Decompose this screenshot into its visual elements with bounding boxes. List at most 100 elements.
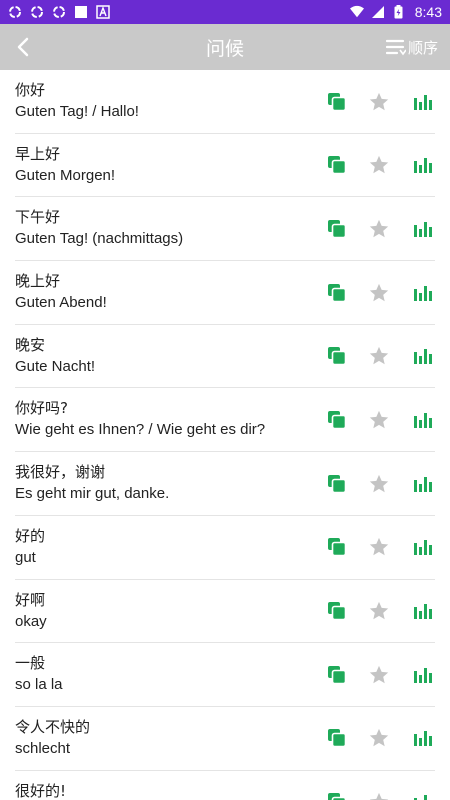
wifi-icon <box>349 5 364 19</box>
copy-button[interactable] <box>323 597 351 625</box>
phrase-text: 你好吗? Wie geht es Ihnen? / Wie geht es di… <box>15 397 265 441</box>
battery-icon <box>392 5 406 19</box>
bar-chart-icon <box>414 795 427 800</box>
favorite-button[interactable] <box>365 88 393 116</box>
list-item[interactable]: 早上好 Guten Morgen! <box>15 134 435 198</box>
stats-button[interactable] <box>409 724 437 752</box>
copy-button[interactable] <box>323 342 351 370</box>
copy-button[interactable] <box>323 151 351 179</box>
phrase-chinese: 下午好 <box>15 208 61 227</box>
stats-button[interactable] <box>409 597 437 625</box>
order-label: 顺序 <box>407 38 438 57</box>
list-item[interactable]: 晚上好 Guten Abend! <box>15 261 435 325</box>
list-item[interactable]: 令人不快的 schlecht <box>15 707 435 771</box>
copy-button[interactable] <box>323 724 351 752</box>
phrase-text: 我很好，谢谢 Es geht mir gut, danke. <box>15 461 169 505</box>
list-item[interactable]: 很好的! <box>15 771 435 800</box>
sync-icon <box>8 5 22 19</box>
bar-chart-icon <box>414 540 432 556</box>
list-item[interactable]: 一般 so la la <box>15 643 435 707</box>
favorite-button[interactable] <box>365 406 393 434</box>
phrase-chinese: 令人不快的 <box>15 717 91 736</box>
phrase-german: gut <box>15 548 36 566</box>
phrase-german: Guten Tag! / Hallo! <box>15 103 139 120</box>
stats-button[interactable] <box>409 279 437 307</box>
copy-button[interactable] <box>323 406 351 434</box>
status-bar: 8:43 <box>0 0 450 24</box>
phrase-chinese: 我很好，谢谢 <box>15 463 106 482</box>
star-icon <box>369 538 389 556</box>
stats-button[interactable] <box>409 406 437 434</box>
list-item[interactable]: 好啊 okay <box>15 580 435 644</box>
phrase-german: okay <box>15 612 47 630</box>
phrase-text: 早上好 Guten Morgen! <box>15 143 115 187</box>
page-title: 问候 <box>205 37 244 60</box>
order-button[interactable]: 顺序 <box>385 24 438 70</box>
list-item[interactable]: 你好吗? Wie geht es Ihnen? / Wie geht es di… <box>15 388 437 453</box>
favorite-button[interactable] <box>365 470 393 498</box>
list-item[interactable]: 下午好 Guten Tag! (nachmittags) <box>15 197 437 262</box>
bar-chart-icon <box>414 412 432 428</box>
star-icon <box>369 601 389 620</box>
copy-button[interactable] <box>323 788 351 800</box>
square-icon <box>74 5 88 19</box>
stats-button[interactable] <box>409 533 437 561</box>
favorite-button[interactable] <box>365 597 393 625</box>
favorite-button[interactable] <box>365 215 393 243</box>
copy-button[interactable] <box>323 533 351 561</box>
status-left <box>8 5 110 19</box>
copy-icon <box>328 602 347 621</box>
star-icon <box>369 347 389 365</box>
copy-icon <box>328 283 347 302</box>
star-icon <box>369 665 389 683</box>
list-item[interactable]: 我很好，谢谢 Es geht mir gut, danke. <box>15 452 435 516</box>
stats-button[interactable] <box>409 788 437 800</box>
list-item[interactable]: 晚安 Gute Nacht! <box>15 325 435 389</box>
favorite-button[interactable] <box>365 151 393 179</box>
copy-button[interactable] <box>323 470 351 498</box>
phrase-chinese: 晚上好 <box>15 272 61 291</box>
copy-button[interactable] <box>323 88 351 116</box>
favorite-button[interactable] <box>365 279 393 307</box>
phrase-chinese: 好的 <box>15 526 46 545</box>
phrase-chinese: 晚安 <box>15 335 46 354</box>
back-button[interactable] <box>8 24 38 70</box>
favorite-button[interactable] <box>365 342 393 370</box>
sync-icon <box>30 5 44 19</box>
phrase-german: Wie geht es Ihnen? / Wie geht es dir? <box>15 421 266 439</box>
star-icon <box>369 792 389 800</box>
copy-button[interactable] <box>323 215 351 243</box>
copy-button[interactable] <box>323 279 351 307</box>
favorite-button[interactable] <box>365 724 393 752</box>
star-icon <box>369 283 389 301</box>
list-item[interactable]: 好的 gut <box>15 516 435 580</box>
copy-icon <box>328 538 347 557</box>
phrase-chinese: 很好的! <box>15 781 67 800</box>
stats-button[interactable] <box>409 88 437 116</box>
phrase-chinese: 好啊 <box>15 590 46 609</box>
list-item[interactable]: 你好 Guten Tag! / Hallo! <box>15 70 435 134</box>
status-time: 8:43 <box>414 4 442 20</box>
stats-button[interactable] <box>409 151 437 179</box>
stats-button[interactable] <box>409 661 437 689</box>
bar-chart-icon <box>414 476 432 492</box>
phrase-text: 一般 so la la <box>15 652 63 696</box>
favorite-button[interactable] <box>365 788 393 800</box>
phrase-german: Guten Abend! <box>15 294 107 312</box>
status-right: 8:43 <box>349 4 442 20</box>
phrase-german: Gute Nacht! <box>15 357 96 375</box>
phrase-german: schlecht <box>15 739 71 757</box>
bar-chart-icon <box>414 349 432 365</box>
bar-chart-icon <box>414 731 432 747</box>
a-icon <box>96 5 110 19</box>
phrase-text: 很好的! <box>15 780 66 800</box>
stats-button[interactable] <box>409 342 437 370</box>
favorite-button[interactable] <box>365 661 393 689</box>
favorite-button[interactable] <box>365 533 393 561</box>
stats-button[interactable] <box>409 470 437 498</box>
app-bar: 问候 顺序 <box>0 24 450 70</box>
star-icon <box>369 410 389 429</box>
stats-button[interactable] <box>409 215 437 243</box>
copy-button[interactable] <box>323 661 351 689</box>
copy-icon <box>328 474 347 493</box>
